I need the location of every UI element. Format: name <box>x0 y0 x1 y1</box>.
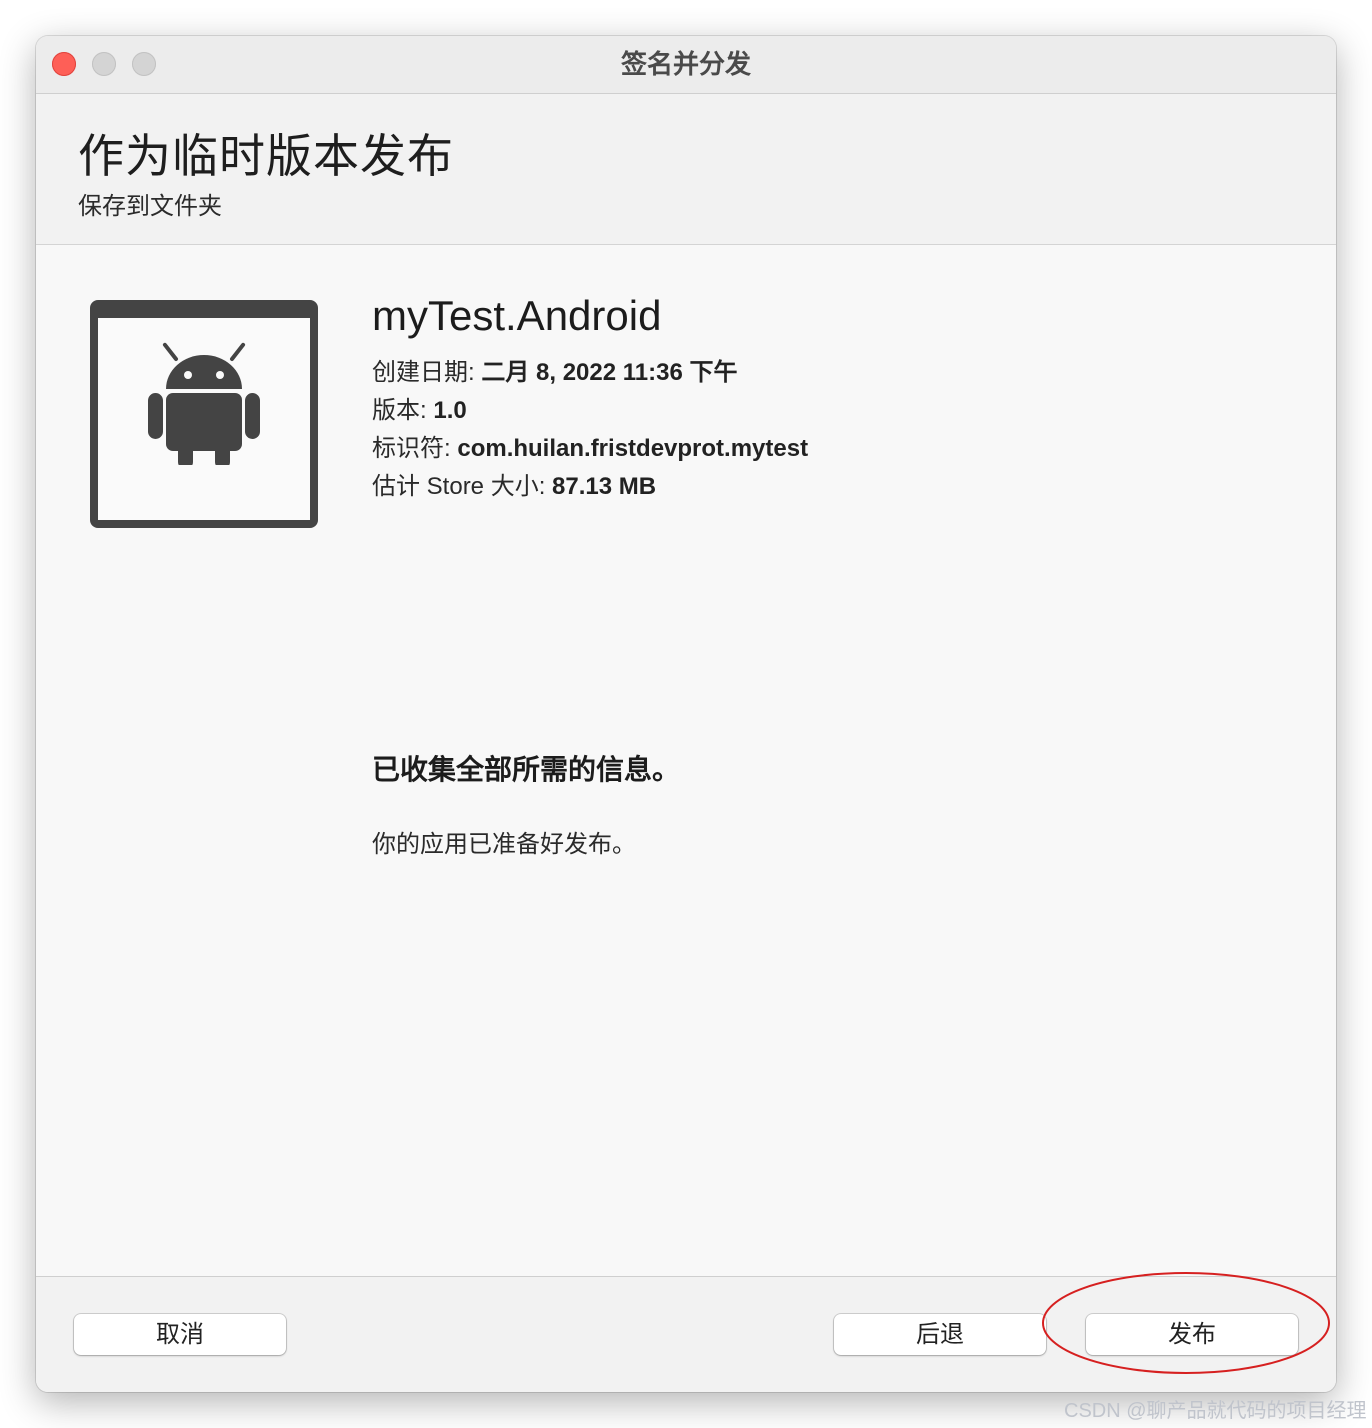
store-size-label: 估计 Store 大小: <box>372 473 553 500</box>
created-date-row: 创建日期: 二月 8, 2022 11:36 下午 <box>372 352 737 387</box>
status-message: 你的应用已准备好发布。 <box>372 831 636 858</box>
version-label: 版本: <box>372 397 434 424</box>
page-title: 作为临时版本发布 <box>78 130 454 182</box>
sign-and-distribute-window: 签名并分发 作为临时版本发布 保存到文件夹 myTest.Android 创建日… <box>36 36 1336 1392</box>
identifier-label: 标识符: <box>372 435 458 462</box>
page-subtitle: 保存到文件夹 <box>78 193 222 220</box>
store-size-row: 估计 Store 大小: 87.13 MB <box>372 466 656 501</box>
back-button[interactable]: 后退 <box>834 1314 1046 1355</box>
red-circle-annotation <box>1042 1272 1330 1374</box>
window-title: 签名并分发 <box>620 49 751 79</box>
app-icon-frame <box>90 300 318 528</box>
app-name: myTest.Android <box>372 292 662 339</box>
version-value: 1.0 <box>433 397 467 424</box>
page-header: 作为临时版本发布 保存到文件夹 <box>36 94 1336 245</box>
store-size-value: 87.13 MB <box>552 473 657 500</box>
identifier-row: 标识符: com.huilan.fristdevprot.mytest <box>372 428 808 463</box>
android-icon <box>148 342 260 465</box>
version-row: 版本: 1.0 <box>372 390 467 425</box>
cancel-button[interactable]: 取消 <box>74 1314 286 1355</box>
identifier-value: com.huilan.fristdevprot.mytest <box>457 435 809 462</box>
title-bar: 签名并分发 <box>36 36 1336 94</box>
created-date-value: 二月 8, 2022 11:36 下午 <box>481 359 738 386</box>
watermark: CSDN @聊产品就代码的项目经理 <box>1064 1400 1367 1422</box>
created-date-label: 创建日期: <box>372 359 482 386</box>
status-title: 已收集全部所需的信息。 <box>372 754 681 785</box>
